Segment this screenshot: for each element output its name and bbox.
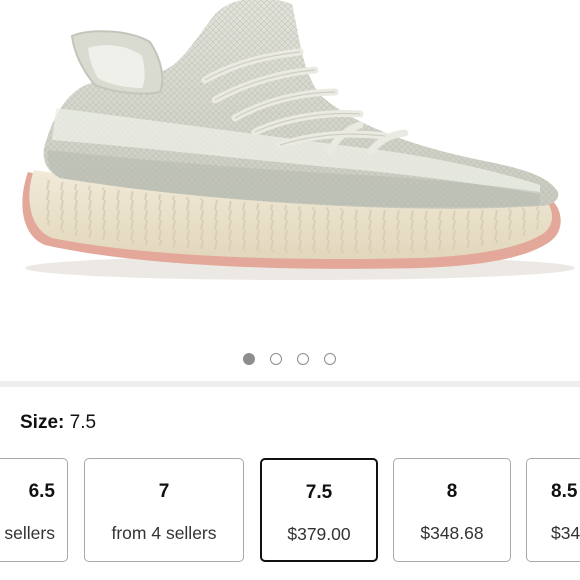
size-tile-size: 8.5 (551, 481, 578, 502)
carousel-dot[interactable] (324, 353, 336, 365)
size-tile[interactable]: 8.5 $349.00 (526, 458, 580, 562)
size-tile-sub: $379.00 (287, 524, 351, 544)
section-divider (0, 381, 580, 387)
size-tile-selected[interactable]: 7.5 $379.00 (260, 458, 378, 562)
carousel-dot[interactable] (243, 353, 255, 365)
product-image[interactable] (0, 0, 580, 340)
size-tile-sub: $349.00 (551, 523, 580, 543)
size-tile-size: 8 (446, 481, 458, 502)
size-tile-size: 7 (158, 481, 170, 502)
size-tile-size: 6.5 (28, 481, 55, 502)
size-options: 6.5 from 2 sellers 7 from 4 sellers 7.5 … (0, 458, 580, 564)
size-tile-sub: from 2 sellers (0, 523, 55, 543)
carousel-dot[interactable] (270, 353, 282, 365)
size-value: 7.5 (69, 412, 97, 433)
size-tile-size: 7.5 (305, 482, 333, 503)
carousel-dot[interactable] (297, 353, 309, 365)
size-tile[interactable]: 8 $348.68 (393, 458, 511, 562)
size-label: Size: (20, 412, 65, 433)
carousel-dots (0, 353, 580, 369)
size-selection: Size: 7.5 (20, 412, 96, 434)
size-tile[interactable]: 6.5 from 2 sellers (0, 458, 68, 562)
size-tile-sub: from 4 sellers (111, 523, 217, 543)
size-tile[interactable]: 7 from 4 sellers (84, 458, 244, 562)
size-tile-sub: $348.68 (420, 523, 484, 543)
sneaker-illustration (22, 0, 575, 280)
